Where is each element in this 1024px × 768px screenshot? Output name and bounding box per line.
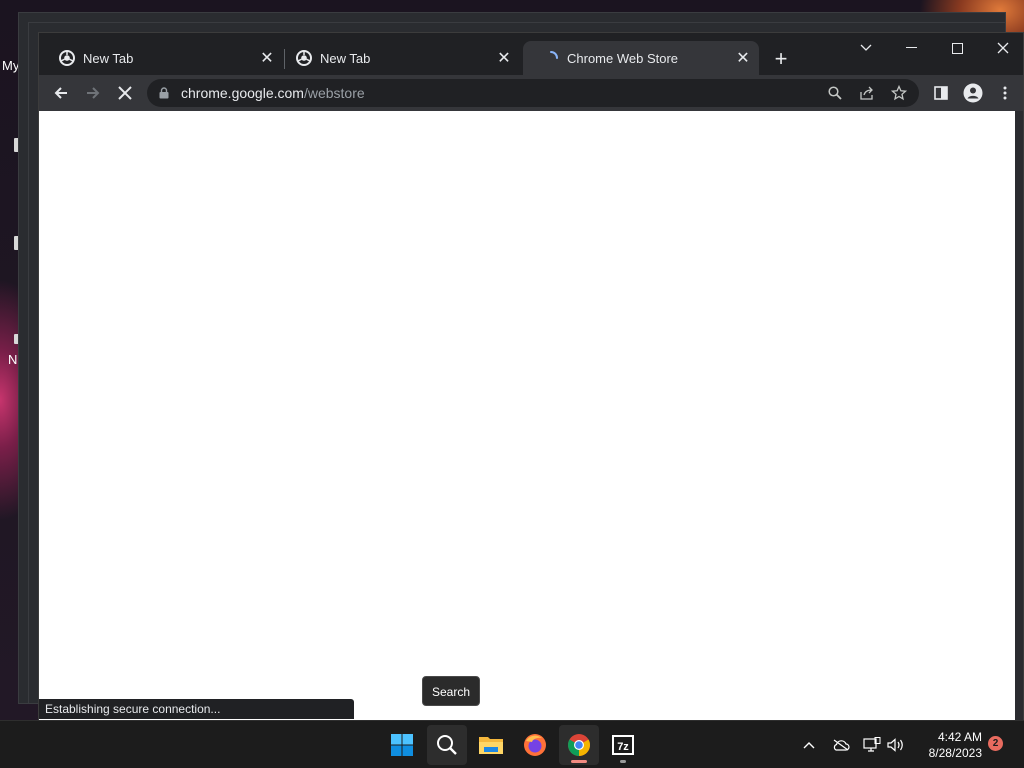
start-button[interactable] bbox=[382, 725, 422, 765]
notification-badge[interactable]: 2 bbox=[988, 736, 1003, 751]
windows-start-icon bbox=[391, 734, 413, 756]
new-tab-button[interactable]: + bbox=[767, 45, 795, 73]
firefox-icon bbox=[524, 734, 546, 756]
forward-button[interactable] bbox=[79, 79, 107, 107]
tab-chrome-web-store[interactable]: Chrome Web Store ✕ bbox=[523, 41, 759, 75]
share-button[interactable] bbox=[853, 79, 881, 107]
url-host: chrome.google.com bbox=[181, 85, 304, 101]
side-panel-button[interactable] bbox=[927, 79, 955, 107]
tab-title: New Tab bbox=[83, 50, 134, 66]
clock-date: 8/28/2023 bbox=[928, 746, 982, 760]
url-text[interactable]: chrome.google.com/webstore bbox=[181, 85, 365, 101]
loading-spinner-icon bbox=[550, 51, 558, 59]
chrome-icon bbox=[568, 734, 590, 756]
search-page-button[interactable] bbox=[821, 79, 849, 107]
taskbar-search-button[interactable] bbox=[427, 725, 467, 765]
desktop-icon-label-my: My bbox=[2, 58, 20, 73]
close-tab-icon[interactable]: ✕ bbox=[494, 48, 514, 68]
clock[interactable]: 4:42 AM 8/28/2023 bbox=[916, 729, 982, 761]
7zip-button[interactable]: 7z bbox=[603, 725, 643, 765]
share-icon bbox=[860, 86, 873, 100]
star-icon bbox=[891, 85, 907, 101]
arrow-left-icon bbox=[54, 87, 67, 99]
network-icon bbox=[863, 737, 881, 752]
tab-strip: New Tab ✕ New Tab ✕ Chrome Web Store ✕ + bbox=[39, 33, 1023, 75]
chevron-up-icon bbox=[803, 742, 815, 749]
search-icon bbox=[828, 86, 842, 100]
arrow-right-icon bbox=[87, 87, 100, 99]
close-icon bbox=[997, 42, 1009, 54]
tab-search-button[interactable] bbox=[843, 33, 889, 63]
svg-text:7z: 7z bbox=[617, 741, 629, 753]
avatar-icon bbox=[963, 83, 983, 103]
speaker-icon bbox=[887, 738, 903, 752]
menu-button[interactable] bbox=[991, 79, 1019, 107]
file-explorer-button[interactable] bbox=[471, 725, 511, 765]
toolbar: chrome.google.com/webstore bbox=[39, 75, 1023, 111]
search-icon bbox=[437, 735, 457, 755]
file-explorer-icon bbox=[479, 737, 503, 754]
chrome-button[interactable] bbox=[559, 725, 599, 765]
chrome-icon bbox=[59, 50, 75, 66]
firefox-button[interactable] bbox=[515, 725, 555, 765]
minimize-button[interactable] bbox=[889, 33, 935, 63]
clock-time: 4:42 AM bbox=[937, 730, 982, 744]
url-path: /webstore bbox=[303, 85, 365, 101]
show-hidden-icons-button[interactable] bbox=[799, 735, 819, 755]
close-tab-icon[interactable]: ✕ bbox=[257, 48, 277, 68]
profile-button[interactable] bbox=[959, 79, 987, 107]
back-button[interactable] bbox=[47, 79, 75, 107]
7zip-icon: 7z bbox=[612, 735, 634, 755]
window-edge bbox=[1015, 111, 1023, 720]
more-vert-icon bbox=[1003, 86, 1007, 100]
maximize-icon bbox=[951, 42, 963, 54]
desktop-icon-label-n: N bbox=[8, 352, 18, 367]
stop-loading-button[interactable] bbox=[111, 79, 139, 107]
browser-window: New Tab ✕ New Tab ✕ Chrome Web Store ✕ + bbox=[38, 32, 1024, 720]
tab-title: Chrome Web Store bbox=[567, 50, 679, 66]
side-panel-icon bbox=[934, 86, 948, 100]
network-button[interactable] bbox=[862, 735, 882, 755]
onedrive-button[interactable] bbox=[831, 735, 851, 755]
page-content[interactable] bbox=[39, 111, 1015, 720]
close-window-button[interactable] bbox=[980, 33, 1024, 63]
chrome-icon bbox=[296, 50, 312, 66]
tab-new-tab-1[interactable]: New Tab ✕ bbox=[39, 41, 283, 75]
running-app-indicator bbox=[620, 760, 626, 763]
tab-new-tab-2[interactable]: New Tab ✕ bbox=[276, 41, 520, 75]
active-app-indicator bbox=[571, 760, 587, 763]
status-bubble: Establishing secure connection... bbox=[39, 699, 354, 719]
close-tab-icon[interactable]: ✕ bbox=[733, 48, 753, 68]
close-icon bbox=[118, 86, 132, 100]
tab-title: New Tab bbox=[320, 50, 371, 66]
minimize-icon bbox=[906, 47, 917, 48]
cloud-offline-icon bbox=[833, 739, 850, 751]
lock-icon[interactable] bbox=[159, 87, 169, 99]
chevron-down-icon bbox=[860, 44, 872, 51]
search-tooltip: Search bbox=[422, 676, 481, 706]
address-bar[interactable]: chrome.google.com/webstore bbox=[147, 79, 919, 107]
bookmark-button[interactable] bbox=[885, 79, 913, 107]
maximize-button[interactable] bbox=[934, 33, 980, 63]
taskbar: 7z 4:42 AM 8/28/2023 bbox=[0, 720, 1024, 768]
volume-button[interactable] bbox=[886, 735, 906, 755]
